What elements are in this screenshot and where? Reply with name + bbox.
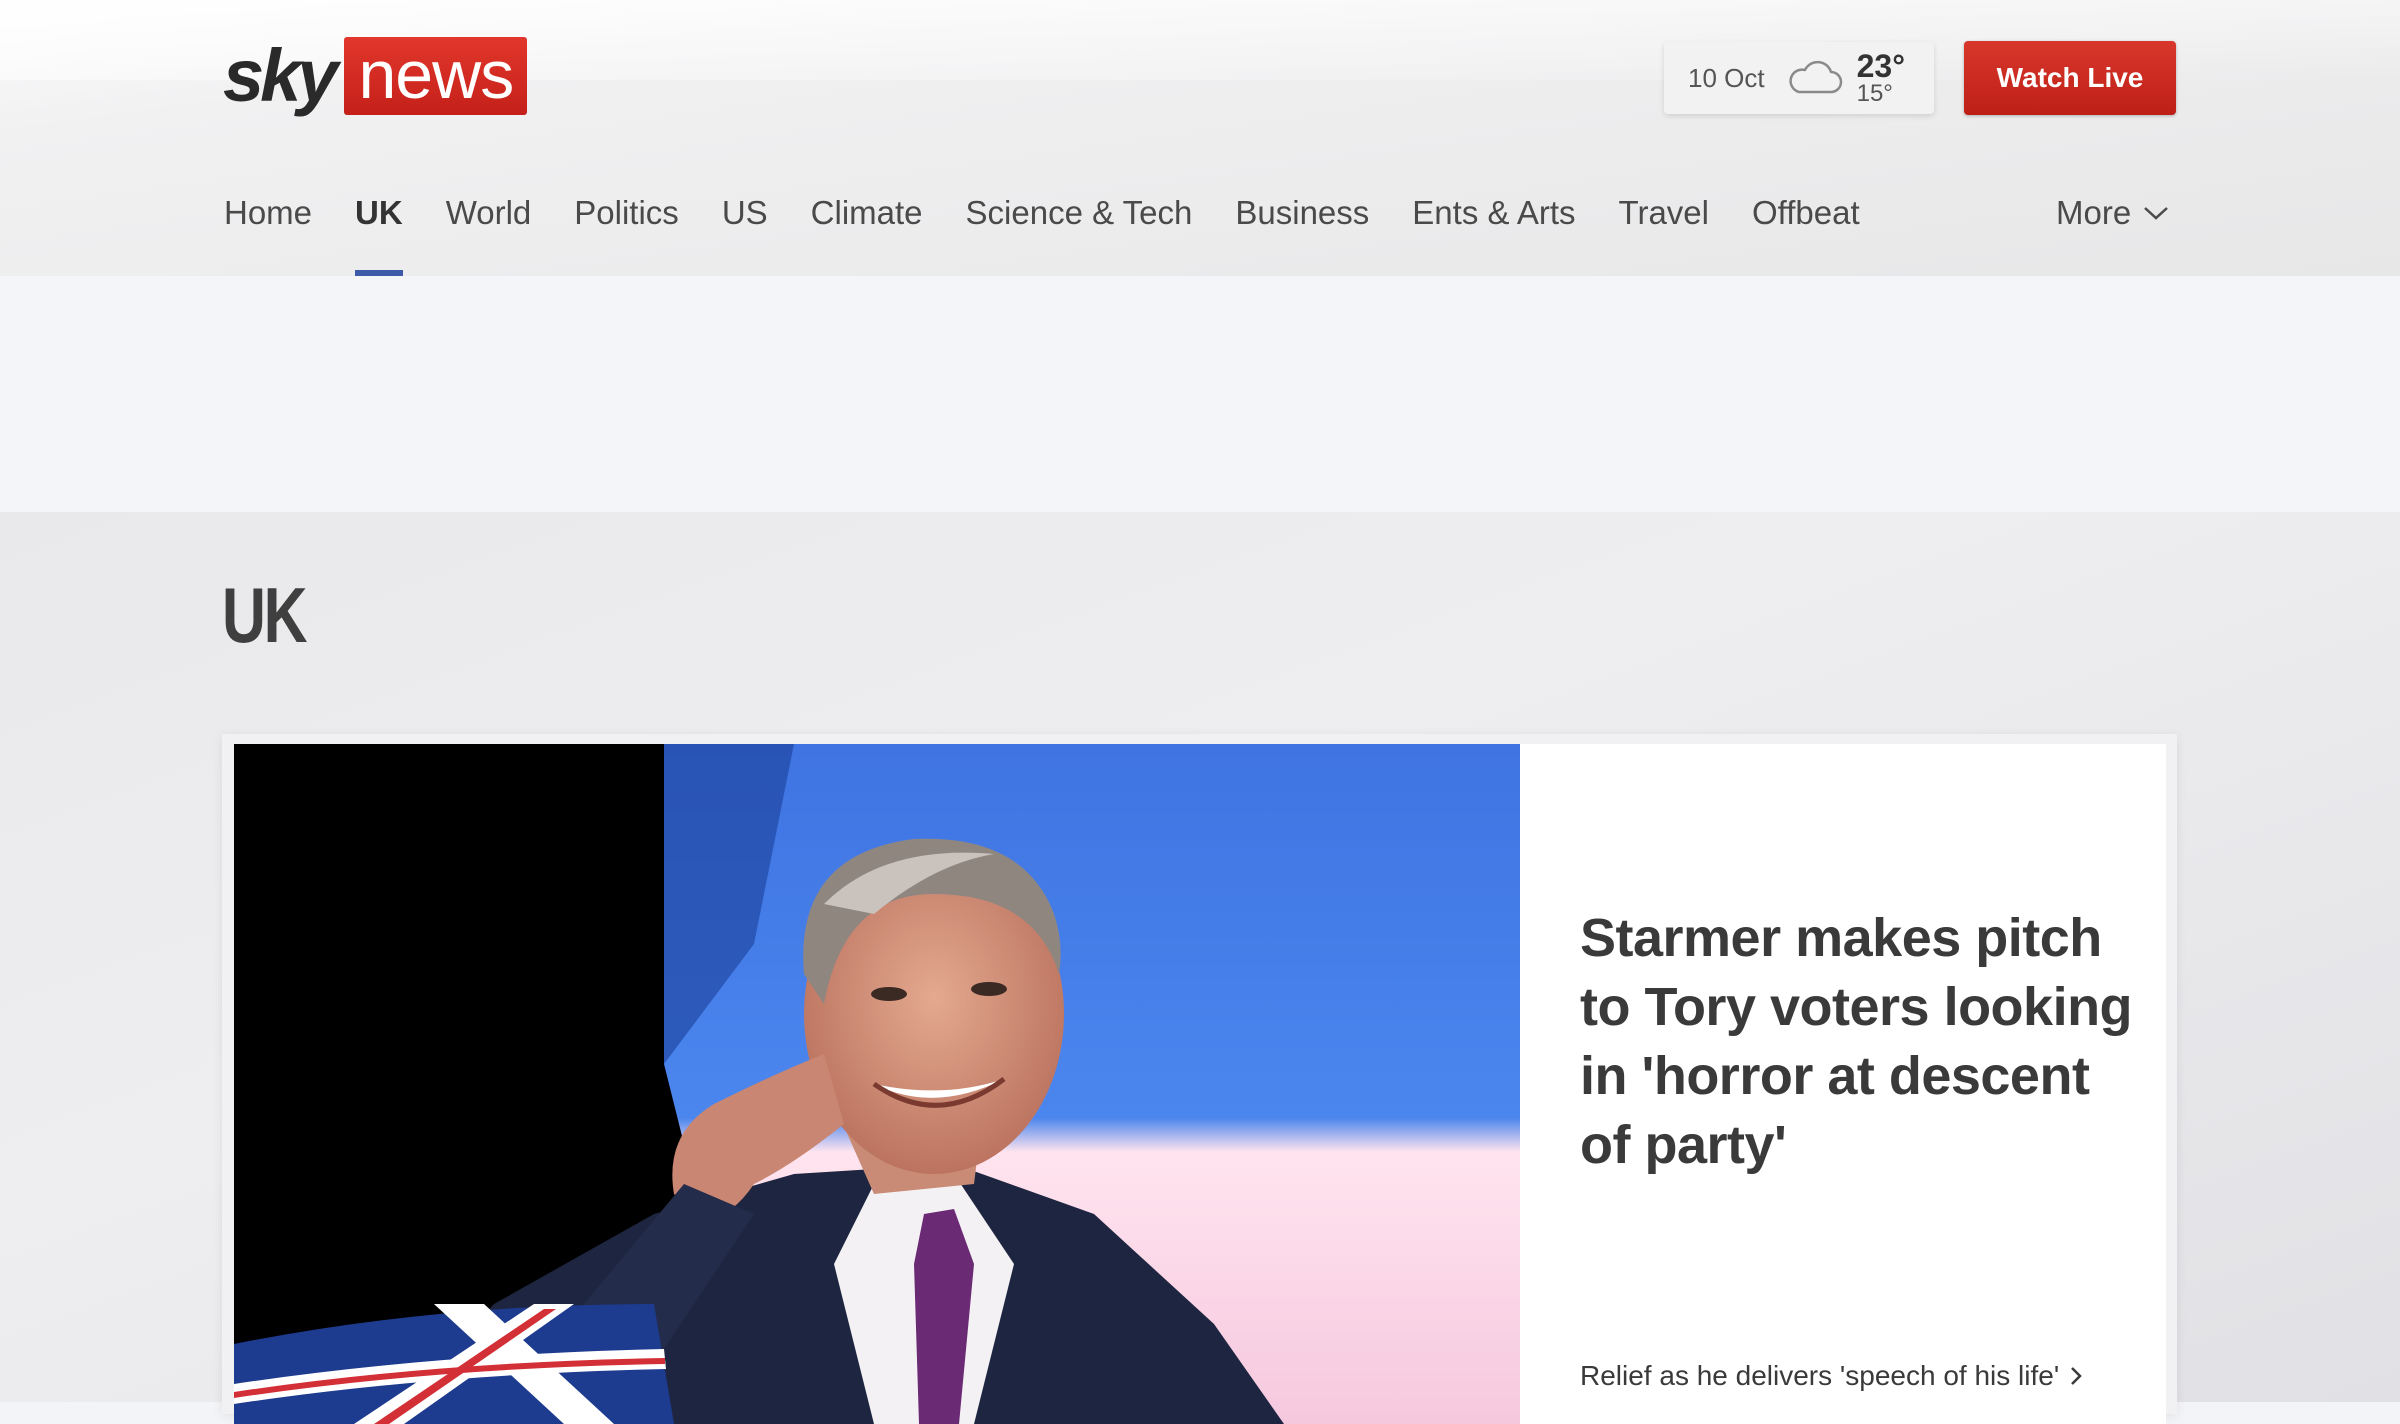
advert-slot xyxy=(0,276,2400,512)
nav-item-business[interactable]: Business xyxy=(1235,186,1369,276)
nav-item-home[interactable]: Home xyxy=(224,186,312,276)
lead-story-image[interactable] xyxy=(234,744,1520,1424)
nav-item-politics[interactable]: Politics xyxy=(574,186,679,276)
watch-live-button[interactable]: Watch Live xyxy=(1964,41,2176,115)
nav-item-us[interactable]: US xyxy=(722,186,768,276)
chevron-right-icon xyxy=(2071,1367,2082,1385)
main-nav: Home UK World Politics US Climate Scienc… xyxy=(224,186,1903,276)
section-uk: UK Starmer makes pitch to Tory voters lo… xyxy=(0,512,2400,1424)
nav-more-label: More xyxy=(2056,194,2132,231)
logo-sky-text: sky xyxy=(223,34,338,117)
temp-low: 15° xyxy=(1856,80,1893,107)
nav-more-button[interactable]: More xyxy=(2056,194,2169,232)
nav-item-travel[interactable]: Travel xyxy=(1619,186,1709,276)
weather-widget[interactable]: 10 Oct 23° 15° xyxy=(1664,42,1934,114)
lead-story-headline[interactable]: Starmer makes pitch to Tory voters looki… xyxy=(1580,904,2140,1180)
nav-item-science-tech[interactable]: Science & Tech xyxy=(966,186,1193,276)
logo-news-text: news xyxy=(344,37,528,115)
nav-item-world[interactable]: World xyxy=(446,186,532,276)
nav-item-ents-arts[interactable]: Ents & Arts xyxy=(1412,186,1575,276)
site-header: sky news 10 Oct 23° 15° Watch Live Home … xyxy=(0,0,2400,276)
lead-story-card[interactable]: Starmer makes pitch to Tory voters looki… xyxy=(222,734,2177,1424)
lead-story-photo xyxy=(234,744,1520,1424)
nav-item-uk[interactable]: UK xyxy=(355,186,403,276)
weather-temps: 23° 15° xyxy=(1857,50,1905,106)
section-title: UK xyxy=(222,571,308,659)
related-story-link[interactable]: Relief as he delivers 'speech of his lif… xyxy=(1580,1360,2083,1392)
related-story-label: Relief as he delivers 'speech of his lif… xyxy=(1580,1360,2060,1391)
chevron-down-icon xyxy=(2144,207,2169,220)
sky-news-logo[interactable]: sky news xyxy=(223,34,528,117)
weather-date: 10 Oct xyxy=(1688,62,1765,93)
nav-item-climate[interactable]: Climate xyxy=(811,186,923,276)
temp-high: 23° xyxy=(1856,48,1905,84)
lead-story-text: Starmer makes pitch to Tory voters looki… xyxy=(1520,744,2166,1424)
nav-item-offbeat[interactable]: Offbeat xyxy=(1752,186,1860,276)
cloud-icon xyxy=(1788,60,1842,94)
